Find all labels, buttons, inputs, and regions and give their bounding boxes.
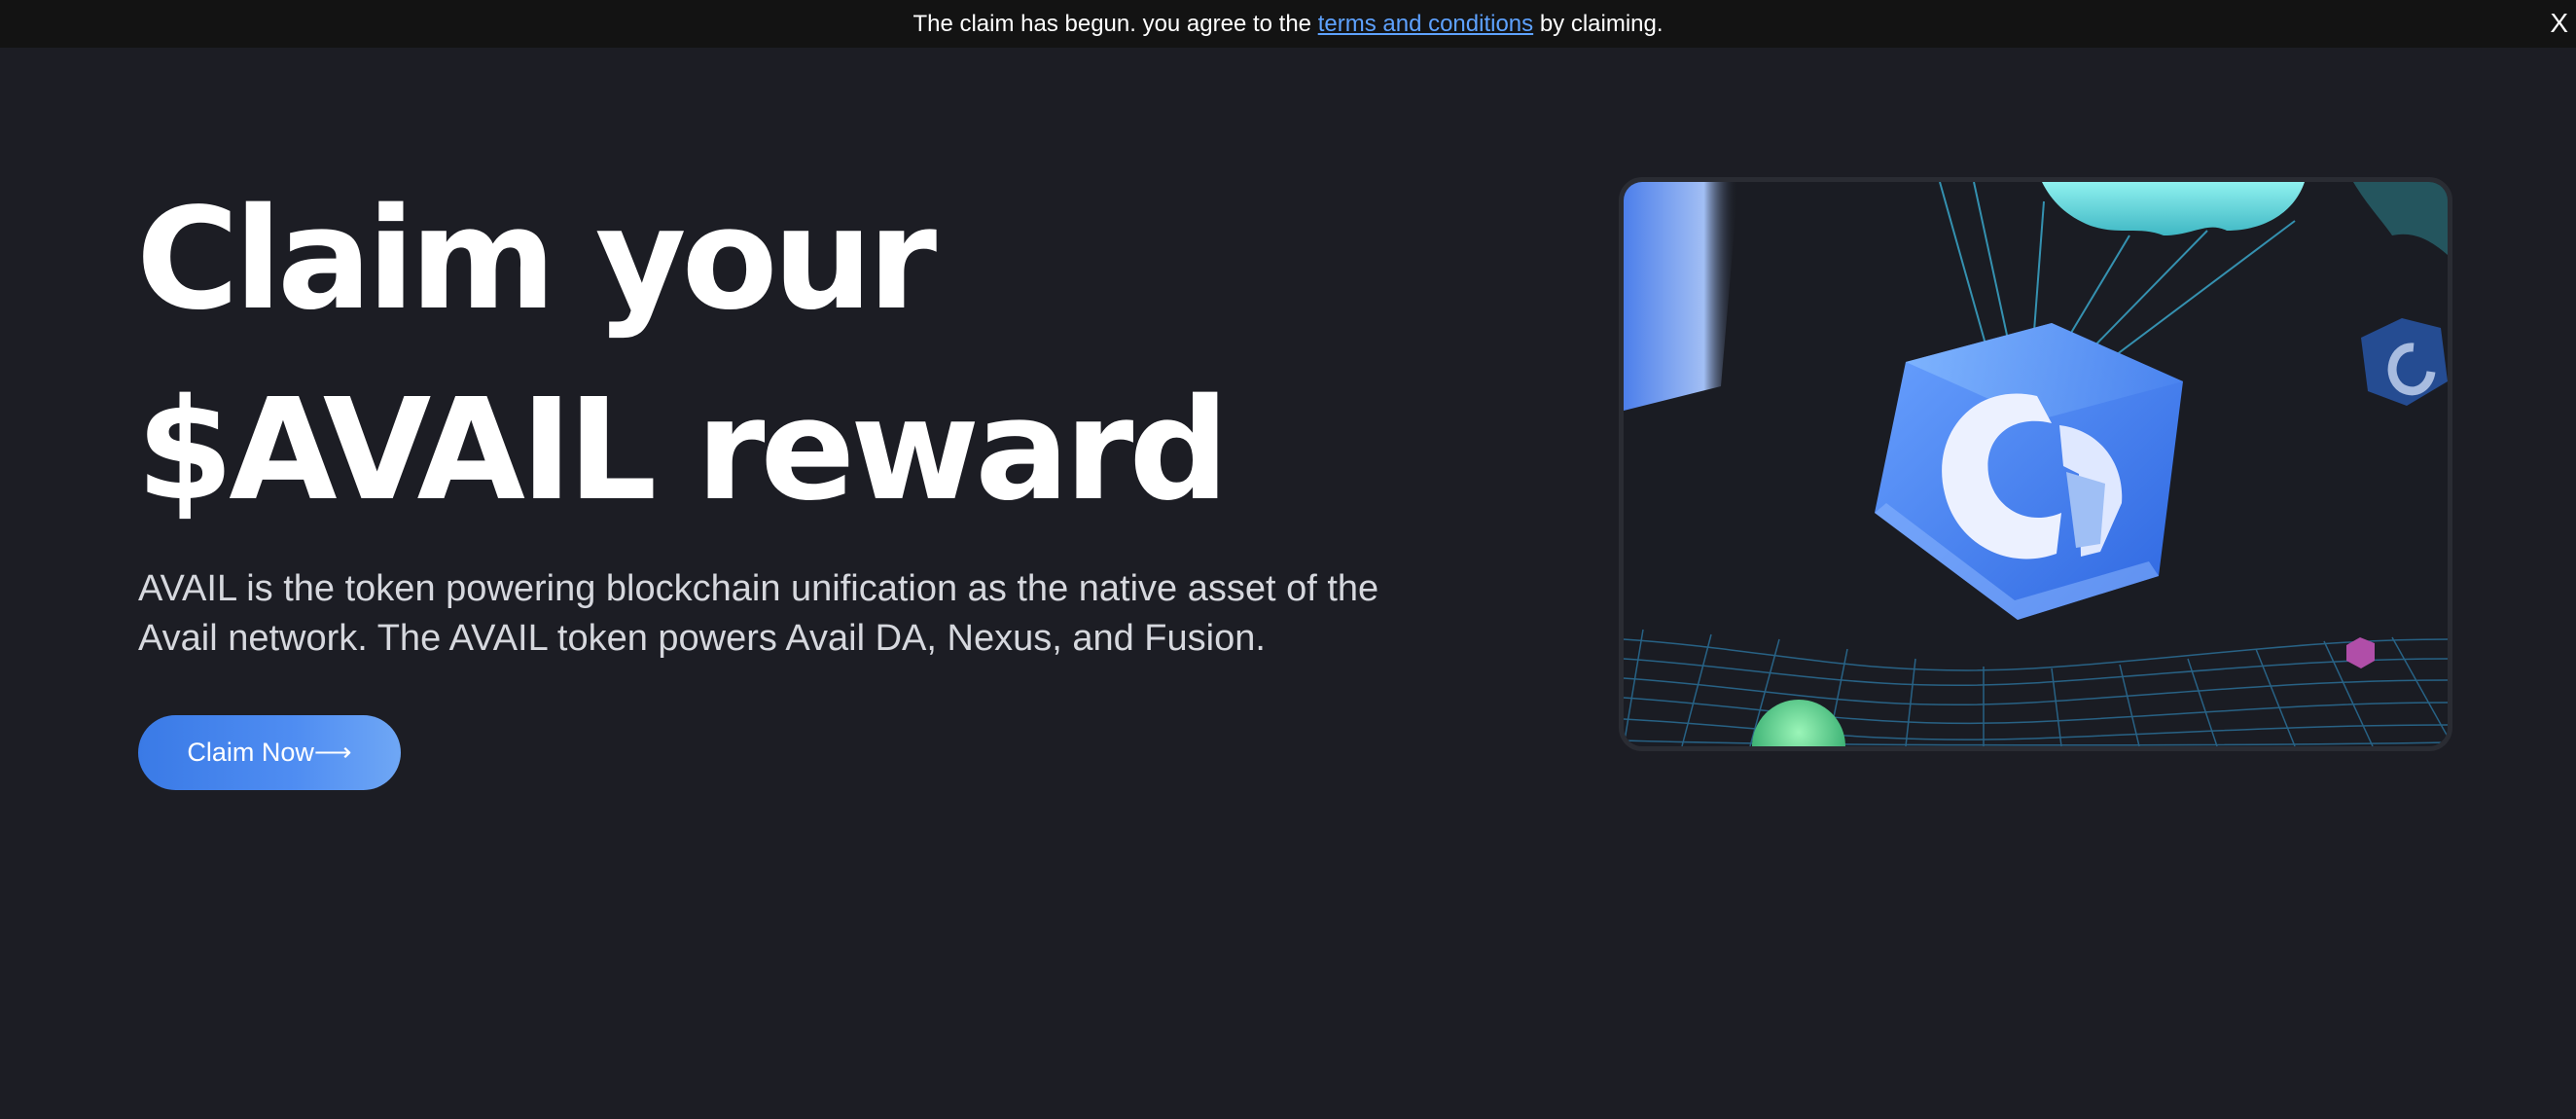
small-parachute-shape [2353, 182, 2448, 255]
announcement-banner: The claim has begun. you agree to the te… [0, 0, 2576, 48]
banner-close-button[interactable]: X [2550, 8, 2568, 39]
banner-message: The claim has begun. you agree to the te… [912, 11, 1663, 38]
hero-illustration [1619, 177, 2452, 751]
small-token-cube-shape [2361, 318, 2448, 406]
hero-headline: Claim your $AVAIL reward [136, 163, 1229, 545]
side-shard-shape [1624, 182, 1738, 411]
terms-and-conditions-link[interactable]: terms and conditions [1318, 11, 1533, 37]
green-orb-shape [1752, 700, 1845, 746]
claim-now-button[interactable]: Claim Now⟶ [138, 715, 401, 790]
headline-line-1: Claim your [136, 177, 937, 341]
banner-text-before: The claim has begun. you agree to the [912, 10, 1318, 37]
banner-text-after: by claiming. [1533, 10, 1664, 37]
ground-mesh [1624, 629, 2448, 746]
headline-line-2: $AVAIL reward [136, 368, 1229, 531]
avail-token-cube-icon [1624, 182, 2448, 746]
main-token-cube-shape [1875, 323, 2183, 620]
parachute-canopy-shape [2042, 182, 2305, 235]
hero-description: AVAIL is the token powering blockchain u… [138, 568, 1379, 659]
